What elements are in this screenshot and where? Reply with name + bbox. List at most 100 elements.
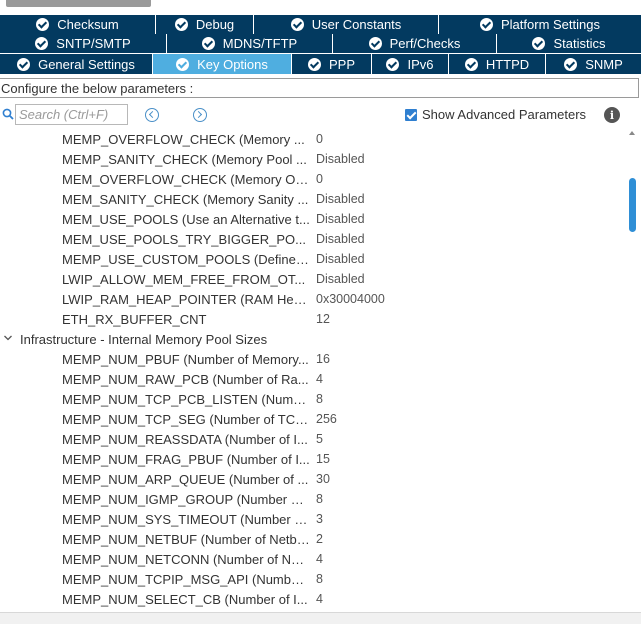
parameter-row[interactable]: MEMP_NUM_REASSDATA (Number of I... 5 (0, 429, 628, 449)
tab-checksum[interactable]: Checksum (0, 15, 156, 34)
tab-label: Key Options (197, 56, 268, 72)
parameter-row[interactable]: MEMP_NUM_IGMP_GROUP (Number of... 8 (0, 489, 628, 509)
tab-key-options[interactable]: Key Options (153, 54, 292, 74)
check-circle-icon (464, 57, 478, 71)
window-top-strip (0, 0, 641, 15)
parameter-value[interactable]: Disabled (316, 232, 365, 246)
tab-label: SNTP/SMTP (56, 36, 131, 51)
parameter-row[interactable]: LWIP_RAM_HEAP_POINTER (RAM Hea... 0x3000… (0, 289, 628, 309)
chevron-right-icon[interactable] (193, 108, 207, 122)
parameter-value[interactable]: 0x30004000 (316, 292, 385, 306)
tab-debug[interactable]: Debug (156, 15, 254, 34)
parameter-name: MEMP_USE_CUSTOM_POOLS (Define ... (62, 251, 310, 267)
parameter-row[interactable]: ETH_RX_BUFFER_CNT 12 (0, 309, 628, 329)
parameter-name: LWIP_RAM_HEAP_POINTER (RAM Hea... (62, 291, 310, 307)
parameter-row[interactable]: MEM_OVERFLOW_CHECK (Memory Ov... 0 (0, 169, 628, 189)
parameter-row[interactable]: LWIP_ALLOW_MEM_FREE_FROM_OT... Disabled (0, 269, 628, 289)
parameter-row[interactable]: MEMP_NUM_SELECT_CB (Number of I... 4 (0, 589, 628, 609)
parameter-row[interactable]: MEMP_NUM_ARP_QUEUE (Number of ... 30 (0, 469, 628, 489)
parameter-value[interactable]: Disabled (316, 252, 365, 266)
parameter-toolbar: Show Advanced Parameters i (0, 102, 641, 126)
tab-ipv6[interactable]: IPv6 (372, 54, 449, 74)
info-icon[interactable]: i (604, 107, 620, 123)
parameter-value[interactable]: 15 (316, 452, 330, 466)
tab-statistics[interactable]: Statistics (497, 34, 641, 53)
parameter-value[interactable]: 30 (316, 472, 330, 486)
parameter-row[interactable]: MEMP_NUM_RAW_PCB (Number of Ra... 4 (0, 369, 628, 389)
tab-label: User Constants (311, 17, 402, 32)
config-label-bar: Configure the below parameters : (0, 78, 639, 98)
tab-snmp[interactable]: SNMP (546, 54, 641, 74)
tab-label: Checksum (57, 17, 119, 32)
tab-perf-checks[interactable]: Perf/Checks (333, 34, 497, 53)
parameter-row[interactable]: MEMP_NUM_PBUF (Number of Memory... 16 (0, 349, 628, 369)
tab-httpd[interactable]: HTTPD (449, 54, 546, 74)
parameter-name: MEMP_NUM_RAW_PCB (Number of Ra... (62, 371, 309, 387)
tab-row-1: Checksum Debug User Constants Platform S… (0, 15, 641, 34)
search-input[interactable] (15, 104, 128, 125)
scroll-up-arrow[interactable] (629, 131, 635, 135)
parameter-row[interactable]: MEMP_NUM_FRAG_PBUF (Number of I... 15 (0, 449, 628, 469)
chevron-down-icon[interactable] (4, 334, 12, 342)
parameter-row[interactable]: MEMP_NUM_NETCONN (Number of Net... 4 (0, 549, 628, 569)
parameter-value[interactable]: Disabled (316, 272, 365, 286)
check-circle-icon (290, 18, 304, 31)
parameter-row[interactable]: MEMP_OVERFLOW_CHECK (Memory ... 0 (0, 129, 628, 149)
parameter-value[interactable]: 3 (316, 512, 323, 526)
chevron-left-icon[interactable] (145, 108, 159, 122)
parameter-name: MEMP_NUM_PBUF (Number of Memory... (62, 351, 309, 367)
tab-general-settings[interactable]: General Settings (0, 54, 153, 74)
parameter-row[interactable]: MEMP_NUM_NETBUF (Number of Netbu... 2 (0, 529, 628, 549)
parameter-value[interactable]: Disabled (316, 212, 365, 226)
scrollbar-thumb[interactable] (629, 178, 636, 232)
check-circle-icon (532, 37, 546, 50)
parameter-name: MEMP_NUM_TCP_SEG (Number of TCP... (62, 411, 310, 427)
parameter-row[interactable]: MEM_SANITY_CHECK (Memory Sanity ... Disa… (0, 189, 628, 209)
parameter-value[interactable]: 0 (316, 132, 323, 146)
check-circle-icon (307, 57, 321, 71)
parameter-row[interactable]: MEMP_SANITY_CHECK (Memory Pool ... Disab… (0, 149, 628, 169)
parameter-value[interactable]: 2 (316, 532, 323, 546)
parameter-row[interactable]: MEM_USE_POOLS_TRY_BIGGER_PO... Disabled (0, 229, 628, 249)
tab-ppp[interactable]: PPP (292, 54, 372, 74)
parameter-value[interactable]: 12 (316, 312, 330, 326)
parameter-value[interactable]: 4 (316, 552, 323, 566)
tab-mdns-tftp[interactable]: MDNS/TFTP (167, 34, 333, 53)
tab-row-3: General Settings Key Options PPP IPv6 HT… (0, 54, 641, 74)
parameter-value[interactable]: 4 (316, 372, 323, 386)
parameter-value[interactable]: Disabled (316, 192, 365, 206)
parameter-name: MEM_USE_POOLS (Use an Alternative t... (62, 211, 310, 227)
parameter-name: MEMP_SANITY_CHECK (Memory Pool ... (62, 151, 307, 167)
parameter-value[interactable]: 8 (316, 492, 323, 506)
parameter-name: MEM_USE_POOLS_TRY_BIGGER_PO... (62, 231, 306, 247)
tab-user-constants[interactable]: User Constants (254, 15, 439, 34)
parameter-value[interactable]: 16 (316, 352, 330, 366)
collapsed-panel-tab[interactable] (6, 0, 151, 7)
tab-label: General Settings (38, 56, 135, 72)
show-advanced-label: Show Advanced Parameters (422, 107, 587, 122)
parameter-name: ETH_RX_BUFFER_CNT (62, 311, 207, 327)
parameter-value[interactable]: 8 (316, 392, 323, 406)
tab-label: IPv6 (407, 56, 434, 72)
parameter-row[interactable]: MEMP_NUM_SYS_TIMEOUT (Number o... 3 (0, 509, 628, 529)
parameter-group-header[interactable]: Infrastructure - Internal Memory Pool Si… (0, 329, 628, 349)
parameter-row[interactable]: MEMP_NUM_TCP_SEG (Number of TCP... 256 (0, 409, 628, 429)
parameter-row[interactable]: MEM_USE_POOLS (Use an Alternative t... D… (0, 209, 628, 229)
show-advanced-checkbox[interactable] (405, 109, 417, 121)
parameter-row[interactable]: MEMP_NUM_TCP_PCB_LISTEN (Numb... 8 (0, 389, 628, 409)
parameter-value[interactable]: 4 (316, 592, 323, 606)
parameter-value[interactable]: 256 (316, 412, 337, 426)
check-circle-icon (35, 37, 49, 50)
parameter-value[interactable]: 0 (316, 172, 323, 186)
tab-platform-settings[interactable]: Platform Settings (439, 15, 641, 34)
parameter-name: MEM_SANITY_CHECK (Memory Sanity ... (62, 191, 309, 207)
parameter-row[interactable]: MEMP_NUM_TCPIP_MSG_API (Number... 8 (0, 569, 628, 589)
parameter-value[interactable]: 8 (316, 572, 323, 586)
parameter-row[interactable]: MEMP_USE_CUSTOM_POOLS (Define ... Disabl… (0, 249, 628, 269)
tab-sntp-smtp[interactable]: SNTP/SMTP (0, 34, 167, 53)
check-circle-icon (480, 18, 493, 31)
parameter-value[interactable]: Disabled (316, 152, 365, 166)
parameter-value[interactable]: 5 (316, 432, 323, 446)
parameter-name: MEMP_NUM_SELECT_CB (Number of I... (62, 591, 308, 607)
check-circle-icon (17, 57, 31, 71)
